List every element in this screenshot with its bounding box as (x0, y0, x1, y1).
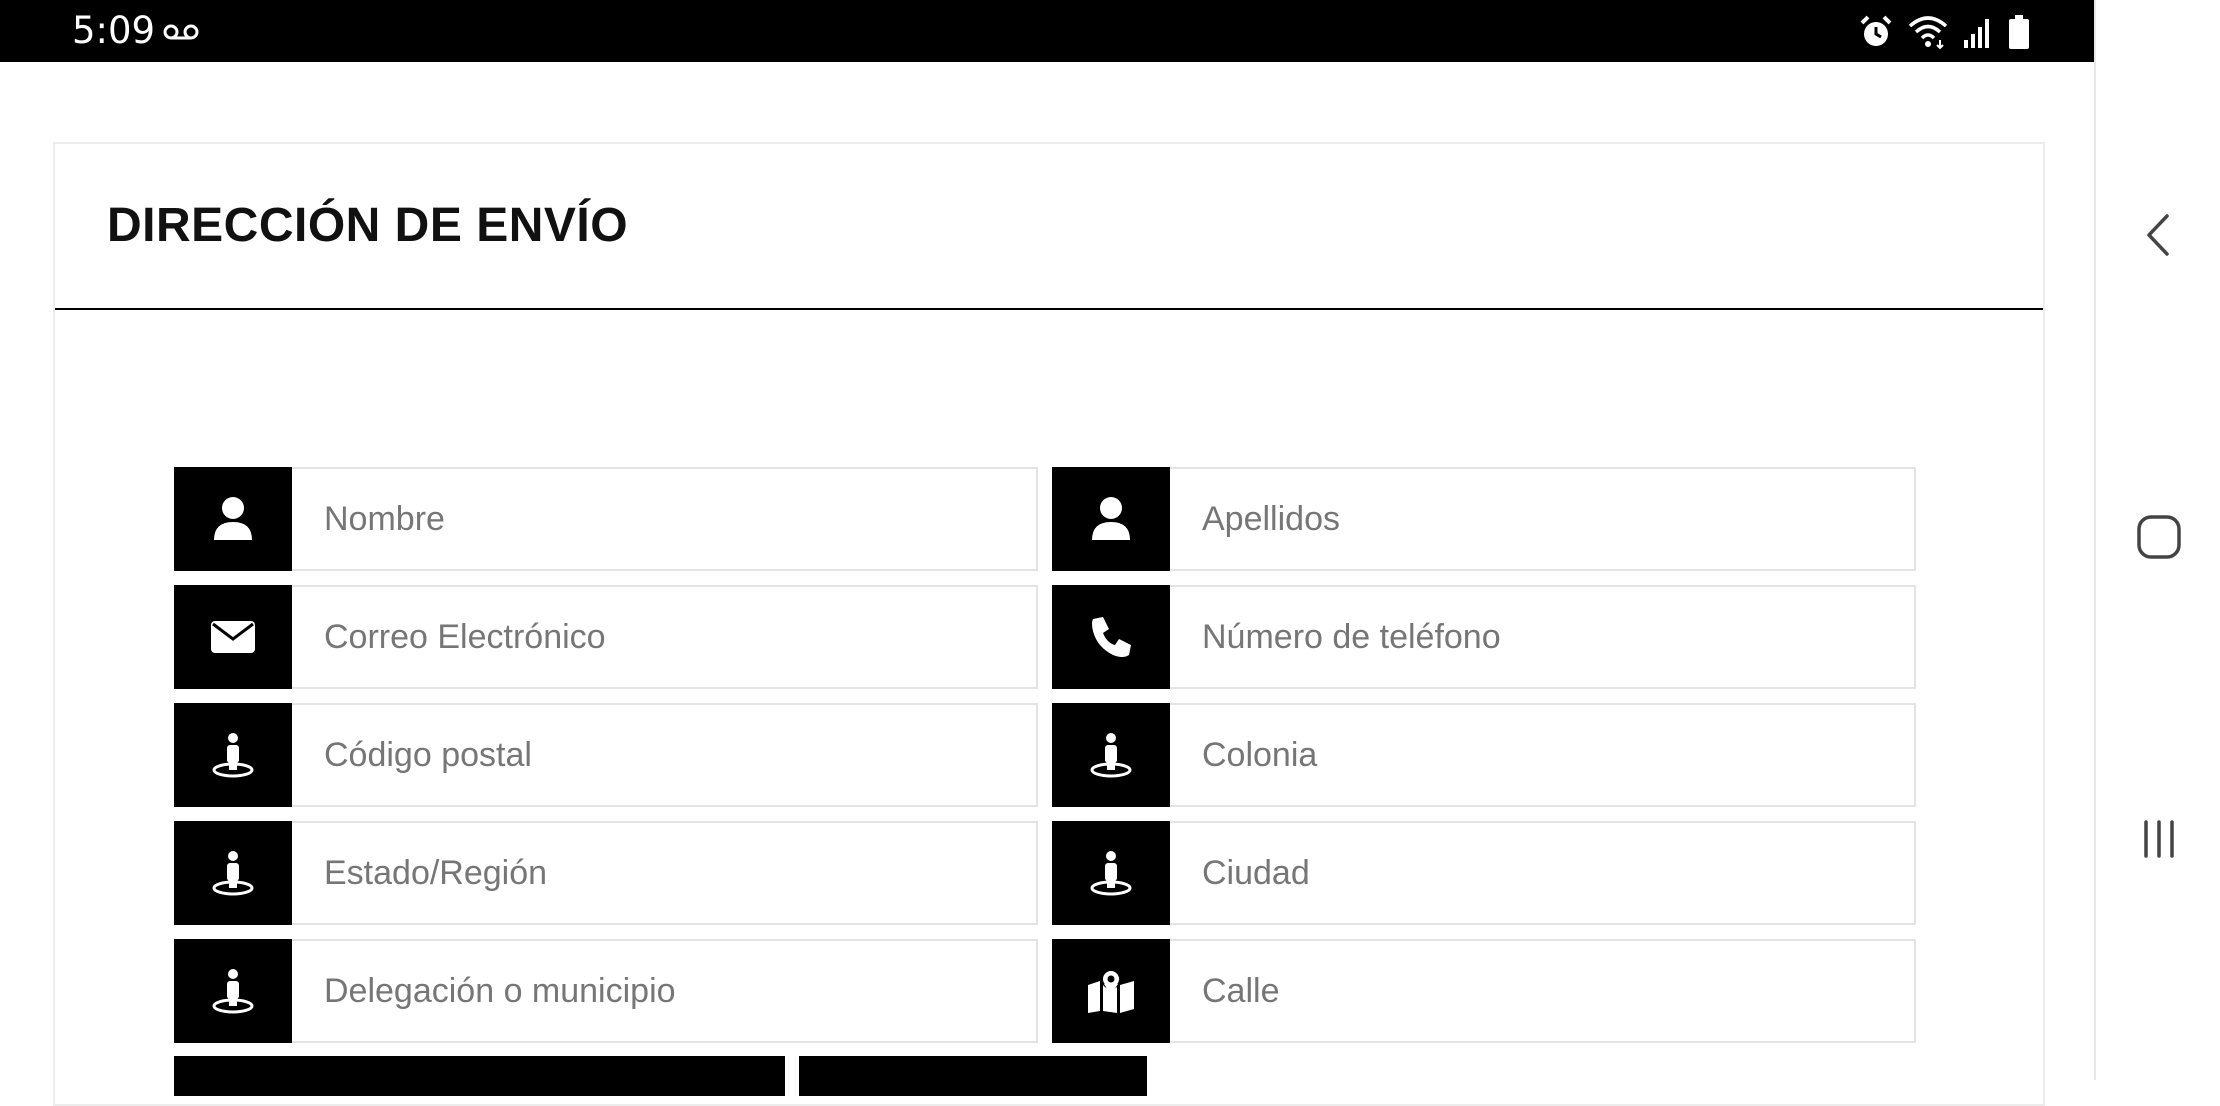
status-time: 5:09 (72, 9, 156, 52)
bottom-button-right[interactable] (799, 1056, 1147, 1096)
user-icon (1052, 467, 1170, 571)
state-input[interactable] (292, 821, 1038, 925)
city-input[interactable] (1170, 821, 1916, 925)
first-name-input[interactable] (292, 467, 1038, 571)
municipality-input[interactable] (292, 939, 1038, 1043)
back-icon (2147, 214, 2169, 256)
email-input[interactable] (292, 585, 1038, 689)
postal-code-input[interactable] (292, 703, 1038, 807)
street-view-icon (1052, 703, 1170, 807)
street-field (1052, 939, 1916, 1043)
phone-field (1052, 585, 1916, 689)
status-bar: 5:09 (0, 0, 2094, 62)
first-name-field (174, 467, 1038, 571)
home-button[interactable] (2096, 492, 2220, 582)
state-field (174, 821, 1038, 925)
city-field (1052, 821, 1916, 925)
signal-icon (1964, 19, 1989, 48)
street-view-icon (174, 821, 292, 925)
last-name-field (1052, 467, 1916, 571)
colony-field (1052, 703, 1916, 807)
user-icon (174, 467, 292, 571)
card-title: DIRECCIÓN DE ENVÍO (107, 199, 629, 252)
bottom-button-left[interactable] (174, 1056, 785, 1096)
envelope-icon (174, 585, 292, 689)
street-view-icon (1052, 821, 1170, 925)
email-field (174, 585, 1038, 689)
battery-icon (2009, 15, 2029, 49)
back-button[interactable] (2096, 190, 2220, 280)
street-view-icon (174, 703, 292, 807)
street-input[interactable] (1170, 939, 1916, 1043)
last-name-input[interactable] (1170, 467, 1916, 571)
phone-icon (1052, 585, 1170, 689)
recents-button[interactable] (2096, 794, 2220, 884)
home-icon (2137, 515, 2181, 559)
navigation-bar (2094, 0, 2220, 1080)
street-view-icon (174, 939, 292, 1043)
postal-code-field (174, 703, 1038, 807)
voicemail-icon (163, 24, 199, 40)
phone-input[interactable] (1170, 585, 1916, 689)
card-header: DIRECCIÓN DE ENVÍO (55, 144, 2043, 310)
wifi-icon (1908, 16, 1948, 50)
colony-input[interactable] (1170, 703, 1916, 807)
map-marked-icon (1052, 939, 1170, 1043)
recents-icon (2144, 820, 2174, 858)
municipality-field (174, 939, 1038, 1043)
alarm-icon (1860, 15, 1892, 46)
